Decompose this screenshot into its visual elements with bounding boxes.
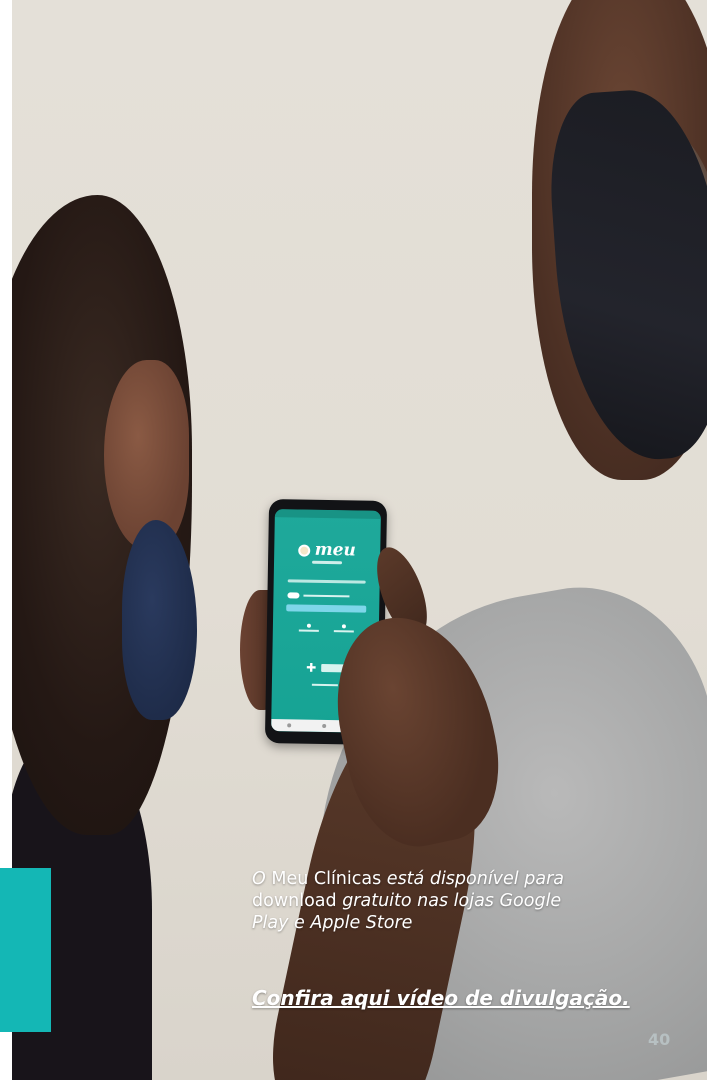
remember-toggle-row (287, 592, 379, 600)
photo-caption: O Meu Clínicas está disponível para down… (252, 868, 632, 934)
caption-available: está disponível para (381, 869, 564, 889)
toggle-label (303, 594, 350, 598)
app-logo-text: meu (314, 539, 357, 561)
help-icon (306, 623, 311, 628)
caption-line-3: Play e Apple Store (252, 913, 413, 933)
status-bar (274, 509, 381, 519)
info-link-text (333, 630, 354, 633)
hospital-cross-icon: ✚ (306, 660, 317, 675)
page-number: 40 (648, 1030, 671, 1049)
app-logo-subtitle (312, 560, 343, 565)
back-icon (286, 723, 291, 728)
caption-line-1: O Meu Clínicas está disponível para (252, 868, 632, 890)
caption-free: gratuito nas lojas Google (336, 891, 562, 911)
home-icon (322, 723, 327, 729)
caption-line-2: download gratuito nas lojas Google (252, 890, 632, 912)
cpf-input (287, 579, 366, 584)
login-button (286, 604, 367, 613)
info-icon (341, 624, 346, 629)
woman-face (104, 360, 189, 550)
caption-o: O (252, 869, 272, 889)
logo-icon (298, 544, 311, 557)
version-text (311, 683, 338, 687)
help-link-text (298, 629, 319, 632)
accent-bar (0, 868, 51, 1032)
help-link (297, 623, 319, 632)
caption-app-name: Meu Clínicas (271, 869, 382, 889)
toggle-switch (287, 592, 300, 599)
promo-video-link[interactable]: Confira aqui vídeo de divulgação. (252, 986, 630, 1010)
app-logo: meu (274, 539, 380, 561)
caption-download: download (252, 891, 337, 911)
info-link (332, 624, 354, 633)
